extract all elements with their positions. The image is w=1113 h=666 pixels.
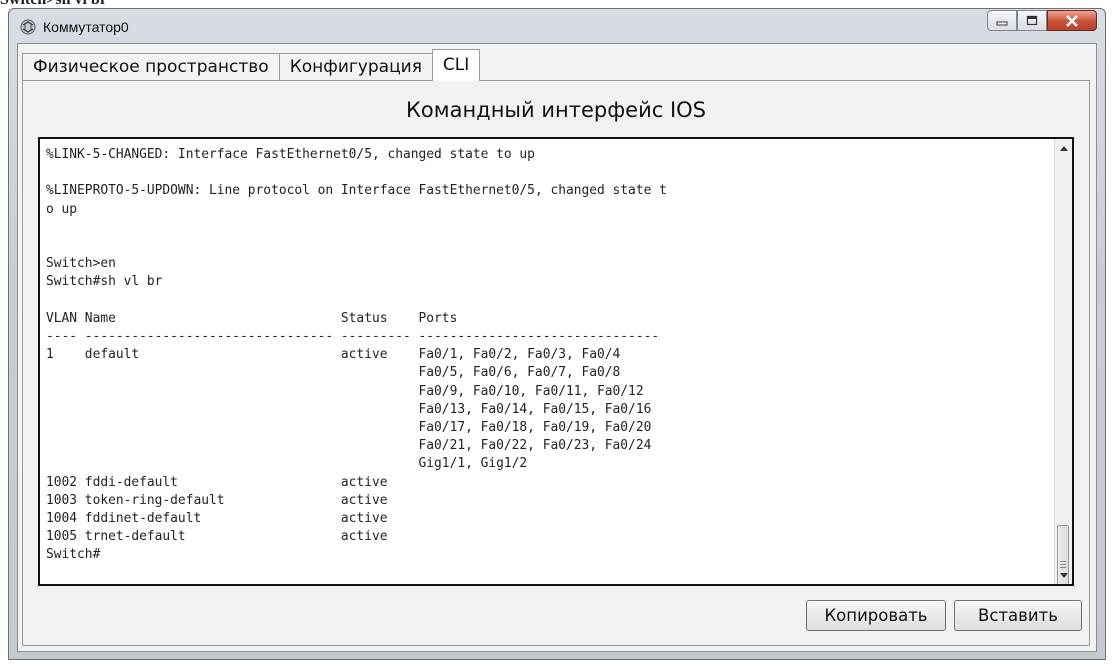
switch-icon <box>20 19 36 35</box>
window: Коммутатор0 Физическое пространство Конф… <box>8 8 1106 660</box>
close-icon <box>1066 14 1078 27</box>
paste-button[interactable]: Вставить <box>954 600 1082 631</box>
cli-panel: Командный интерфейс IOS %LINK-5-CHANGED:… <box>22 80 1090 646</box>
terminal-output[interactable]: %LINK-5-CHANGED: Interface FastEthernet0… <box>46 146 1054 565</box>
terminal-scrollbar[interactable] <box>1054 139 1072 584</box>
close-button[interactable] <box>1047 10 1097 31</box>
chevron-up-icon <box>1059 145 1068 151</box>
title-bar[interactable]: Коммутатор0 <box>9 9 1105 43</box>
scroll-down-button[interactable] <box>1055 566 1072 584</box>
maximize-icon <box>1026 15 1038 26</box>
tab-physical[interactable]: Физическое пространство <box>22 53 280 81</box>
chevron-down-icon <box>1059 572 1068 578</box>
page-title: Командный интерфейс IOS <box>405 98 706 122</box>
tab-cli[interactable]: CLI <box>431 49 481 81</box>
grip-line <box>1060 561 1066 562</box>
minimize-icon <box>996 21 1008 25</box>
tab-config[interactable]: Конфигурация <box>278 53 433 81</box>
cli-terminal[interactable]: %LINK-5-CHANGED: Interface FastEthernet0… <box>38 137 1074 586</box>
window-controls <box>987 10 1097 32</box>
copy-button[interactable]: Копировать <box>806 600 946 631</box>
maximize-button[interactable] <box>1017 10 1047 31</box>
scroll-up-button[interactable] <box>1055 139 1072 157</box>
minimize-button[interactable] <box>987 10 1017 31</box>
window-client: Физическое пространство Конфигурация CLI… <box>17 43 1097 652</box>
tab-bar: Физическое пространство Конфигурация CLI <box>22 49 481 81</box>
window-title: Коммутатор0 <box>43 19 129 35</box>
grip-line <box>1060 564 1066 565</box>
